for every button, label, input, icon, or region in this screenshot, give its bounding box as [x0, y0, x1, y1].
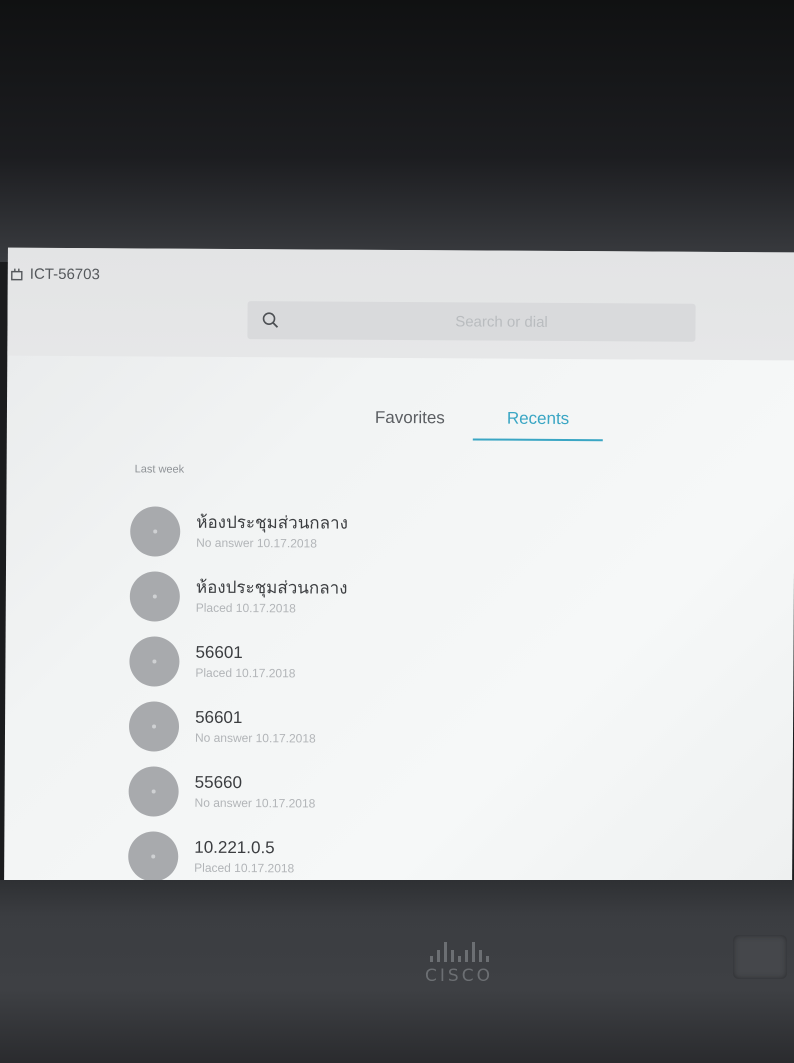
touch-screen: ICT-56703 Search or dial Favorites Recen… — [4, 247, 794, 893]
header-bar: ICT-56703 Search or dial — [7, 247, 794, 361]
avatar — [128, 700, 180, 752]
contact-name: ห้องประชุมส่วนกลาง — [195, 577, 348, 598]
bottom-bezel — [0, 880, 794, 1063]
call-status: No answer 10.17.2018 — [194, 730, 316, 746]
avatar-dot-icon — [151, 853, 156, 859]
call-status: No answer 10.17.2018 — [194, 795, 316, 811]
list-item[interactable]: ห้องประชุมส่วนกลาง Placed 10.17.2018 — [129, 563, 550, 631]
avatar-dot-icon — [152, 723, 157, 729]
top-bezel — [0, 0, 794, 262]
tab-bar: Favorites Recents — [367, 408, 577, 441]
cisco-logo-text: CISCO — [425, 966, 493, 986]
list-item[interactable]: 56601 No answer 10.17.2018 — [128, 693, 549, 761]
avatar — [129, 570, 180, 622]
avatar — [129, 635, 180, 687]
avatar-dot-icon — [151, 788, 156, 794]
list-item[interactable]: 55660 No answer 10.17.2018 — [128, 758, 548, 826]
device-name-label: ICT-56703 — [29, 265, 100, 284]
search-placeholder: Search or dial — [455, 313, 548, 331]
avatar-dot-icon — [152, 658, 157, 664]
call-status: Placed 10.17.2018 — [194, 860, 295, 876]
device-icon — [11, 268, 23, 280]
avatar-dot-icon — [153, 528, 158, 534]
contact-name: ห้องประชุมส่วนกลาง — [196, 512, 348, 533]
cisco-logo: CISCO — [404, 942, 514, 986]
contact-name: 10.221.0.5 — [194, 837, 275, 858]
tab-favorites[interactable]: Favorites — [367, 408, 453, 441]
avatar — [128, 765, 179, 817]
avatar-dot-icon — [152, 593, 157, 599]
contact-name: 56601 — [195, 707, 243, 728]
call-status: Placed 10.17.2018 — [195, 600, 296, 616]
call-status: No answer 10.17.2018 — [196, 535, 317, 551]
avatar — [128, 830, 179, 882]
list-item[interactable]: ห้องประชุมส่วนกลาง No answer 10.17.2018 — [130, 498, 550, 566]
call-status: Placed 10.17.2018 — [195, 665, 296, 681]
cisco-logo-icon — [404, 942, 514, 962]
section-label-last-week: Last week — [134, 463, 185, 476]
avatar — [130, 505, 181, 557]
device-name: ICT-56703 — [10, 265, 100, 284]
recents-list: ห้องประชุมส่วนกลาง No answer 10.17.2018 … — [128, 498, 550, 891]
contact-name: 56601 — [195, 642, 243, 663]
contact-name: 55660 — [194, 772, 243, 793]
search-input[interactable]: Search or dial — [247, 301, 696, 342]
hardware-button[interactable] — [733, 935, 787, 979]
tab-recents[interactable]: Recents — [499, 409, 578, 441]
list-item[interactable]: 56601 Placed 10.17.2018 — [129, 628, 549, 696]
